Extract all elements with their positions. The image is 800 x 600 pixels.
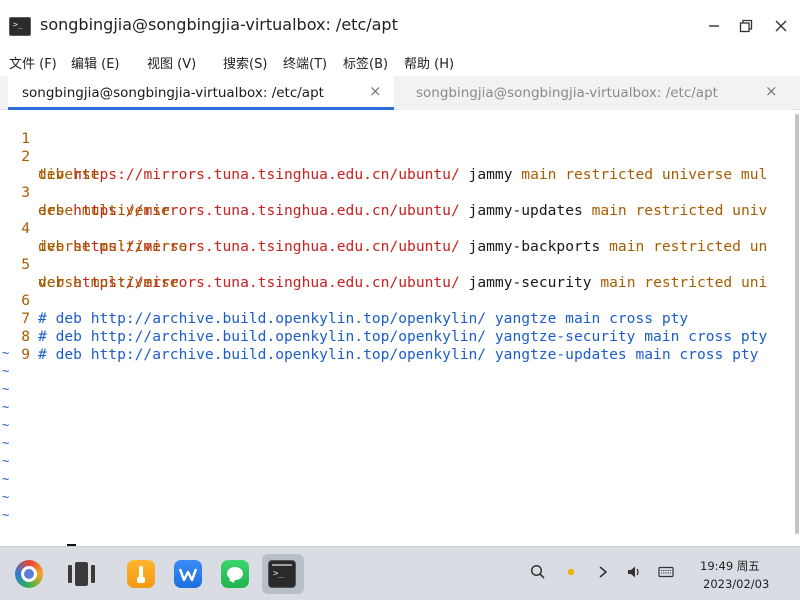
empty-line-tilde: ~ [2, 436, 10, 450]
tab-close-icon[interactable]: × [765, 82, 778, 100]
taskbar: >_ 19:49 周五 2023/02/03 [0, 546, 800, 600]
empty-line-tilde: ~ [2, 400, 10, 414]
editor-line-wrap: verse multiverse [0, 256, 179, 291]
wechat-icon[interactable] [221, 560, 249, 588]
start-menu-icon[interactable] [15, 560, 43, 588]
editor-line: 3 deb https://mirrors.tuna.tsinghua.edu.… [0, 166, 767, 219]
components-wrap: verse multiverse [38, 274, 179, 291]
empty-line-tilde: ~ [2, 490, 10, 504]
menu-search[interactable]: 搜索(S) [223, 53, 267, 72]
close-icon[interactable] [768, 13, 794, 39]
search-icon[interactable] [530, 564, 546, 584]
editor-line-wrap: iverse multiverse [0, 220, 187, 255]
components: main restricted un [609, 238, 768, 255]
editor-line-wrap: erse multiverse [0, 184, 170, 219]
components: main restricted univ [591, 202, 768, 219]
editor-line: 4 deb https://mirrors.tuna.tsinghua.edu.… [0, 202, 767, 255]
empty-line-tilde: ~ [2, 454, 10, 468]
scrollbar-thumb[interactable] [795, 114, 799, 534]
menu-bar: 文件 (F) 编辑 (E) 视图 (V) 搜索(S) 终端(T) 标签(B) 帮… [0, 46, 800, 76]
terminal-content[interactable]: 1 2 deb https://mirrors.tuna.tsinghua.ed… [0, 110, 800, 546]
editor-line: 9 [0, 328, 53, 363]
tab-label: songbingjia@songbingjia-virtualbox: /etc… [416, 85, 718, 101]
menu-view[interactable]: 视图 (V) [147, 53, 196, 72]
repo-url: https://mirrors.tuna.tsinghua.edu.cn/ubu… [73, 166, 460, 183]
tab-bar: songbingjia@songbingjia-virtualbox: /etc… [0, 76, 800, 110]
menu-edit[interactable]: 编辑 (E) [71, 53, 120, 72]
comment-line: # deb http://archive.build.openkylin.top… [38, 346, 759, 363]
file-manager-icon[interactable] [127, 560, 155, 588]
empty-line-tilde: ~ [2, 364, 10, 378]
editor-line: 6 # deb http://archive.build.openkylin.t… [0, 274, 688, 327]
components: main restricted universe mul [521, 166, 768, 183]
empty-line-tilde: ~ [2, 472, 10, 486]
suite: jammy-backports [468, 238, 601, 255]
editor-line: 1 [0, 112, 53, 147]
editor-line: 5 deb https://mirrors.tuna.tsinghua.edu.… [0, 238, 767, 291]
terminal-window: >_ songbingjia@songbingjia-virtualbox: /… [0, 0, 800, 546]
menu-tabs[interactable]: 标签(B) [343, 53, 388, 72]
components-wrap: erse multiverse [38, 202, 170, 219]
window-title: songbingjia@songbingjia-virtualbox: /etc… [40, 15, 398, 34]
scrollbar[interactable] [794, 110, 800, 546]
empty-line-tilde: ~ [2, 382, 10, 396]
suite: jammy-updates [468, 202, 583, 219]
editor-line: 7 # deb http://archive.build.openkylin.t… [0, 292, 767, 345]
terminal-taskbar-icon[interactable]: >_ [268, 560, 296, 588]
editor-line-wrap: tiverse [0, 148, 100, 183]
tab-2[interactable]: songbingjia@songbingjia-virtualbox: /etc… [398, 76, 792, 110]
title-bar[interactable]: >_ songbingjia@songbingjia-virtualbox: /… [0, 0, 800, 46]
components-wrap: iverse multiverse [38, 238, 188, 255]
chevron-right-icon[interactable] [597, 564, 609, 584]
tab-label: songbingjia@songbingjia-virtualbox: /etc… [22, 85, 324, 101]
notification-dot-icon[interactable] [565, 566, 577, 582]
clock-time[interactable]: 19:49 周五 [700, 558, 760, 574]
vim-command-line[interactable]: :w [4, 526, 76, 546]
menu-terminal[interactable]: 终端(T) [283, 53, 327, 72]
comment-line: # deb http://archive.build.openkylin.top… [38, 310, 689, 327]
minimize-icon[interactable] [701, 13, 727, 39]
editor-line: 2 deb https://mirrors.tuna.tsinghua.edu.… [0, 130, 767, 183]
menu-file[interactable]: 文件 (F) [9, 53, 57, 72]
tab-close-icon[interactable]: × [369, 82, 382, 100]
volume-icon[interactable] [626, 564, 642, 584]
restore-icon[interactable] [733, 13, 759, 39]
multitask-view-icon[interactable] [68, 560, 96, 588]
clock-date[interactable]: 2023/02/03 [703, 577, 769, 591]
wps-office-icon[interactable] [174, 560, 202, 588]
empty-line-tilde: ~ [2, 418, 10, 432]
terminal-app-icon: >_ [9, 17, 31, 36]
keyboard-icon[interactable] [658, 564, 674, 584]
menu-help[interactable]: 帮助 (H) [404, 53, 454, 72]
empty-line-tilde: ~ [2, 508, 10, 522]
comment-line: # deb http://archive.build.openkylin.top… [38, 328, 768, 345]
tab-1[interactable]: songbingjia@songbingjia-virtualbox: /etc… [8, 76, 394, 110]
suite: jammy-security [468, 274, 592, 291]
editor-line: 8 # deb http://archive.build.openkylin.t… [0, 310, 758, 363]
empty-line-tilde: ~ [2, 346, 10, 360]
suite: jammy [468, 166, 513, 183]
components: main restricted uni [600, 274, 768, 291]
